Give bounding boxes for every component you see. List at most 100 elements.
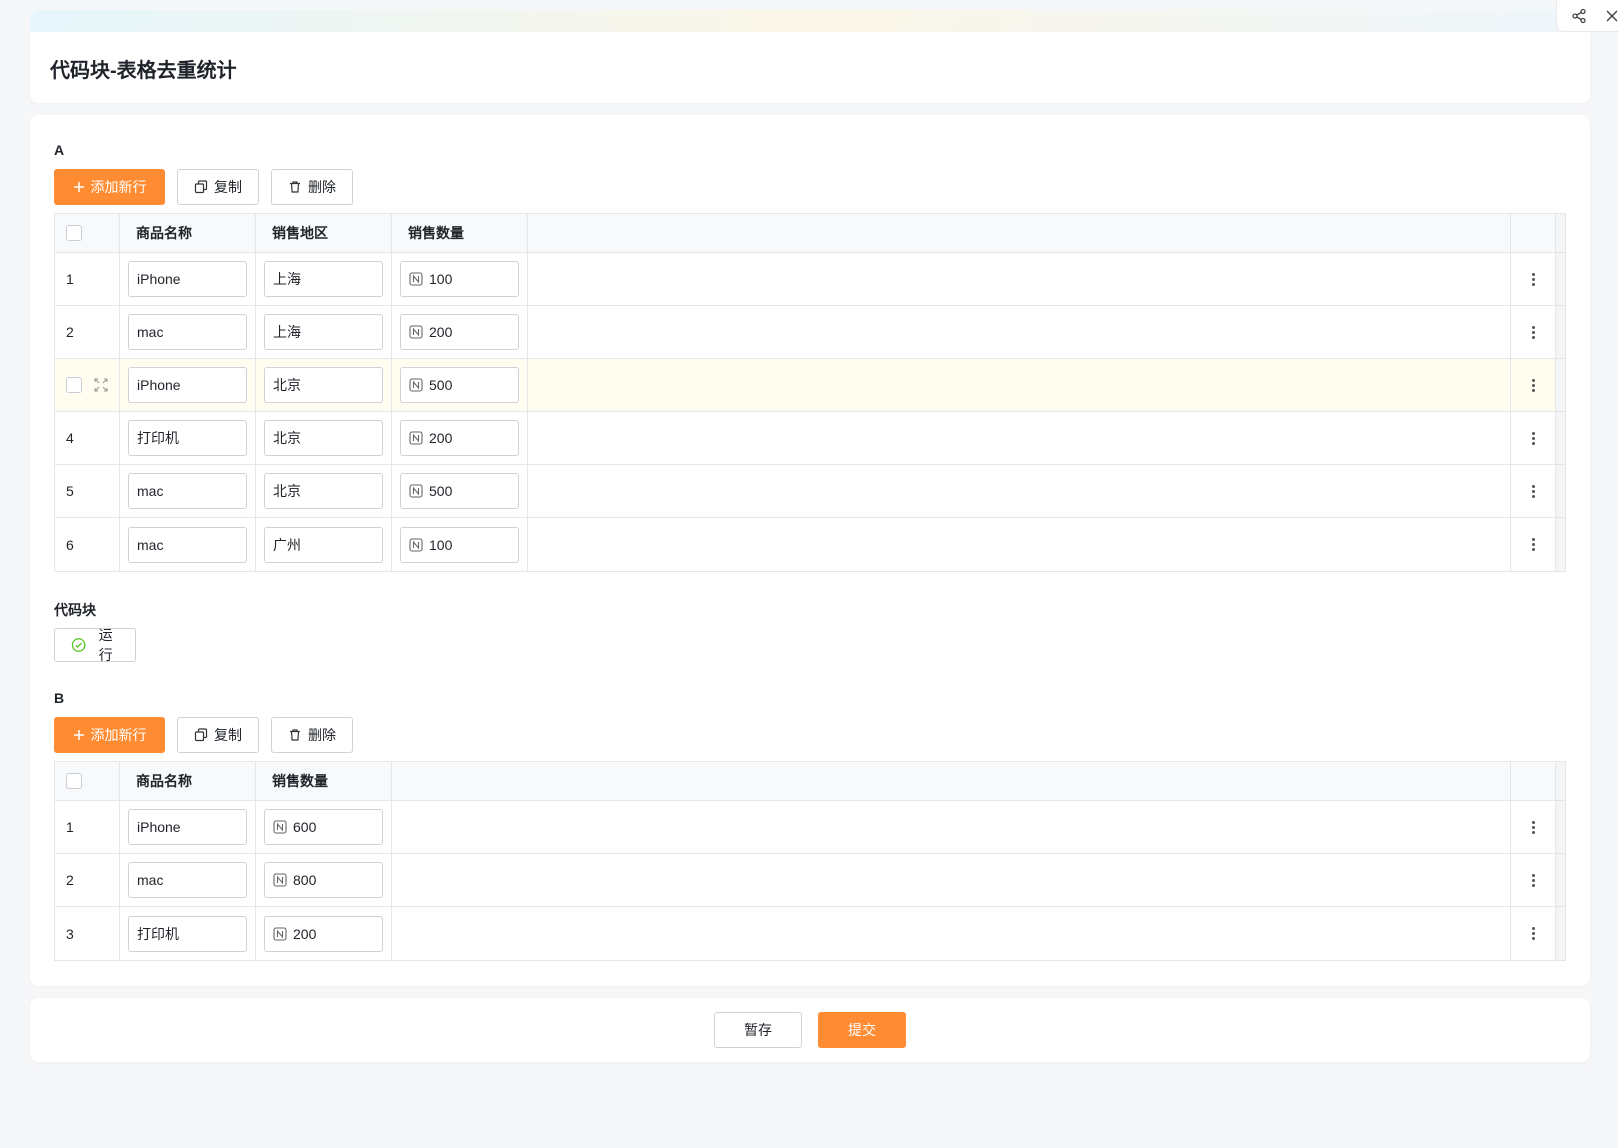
top-actions (1556, 0, 1618, 32)
quantity-input[interactable]: 200 (400, 314, 519, 350)
product-name-input[interactable]: 打印机 (128, 420, 247, 456)
table-row: 1 iPhone 上海 100 (55, 253, 1565, 306)
product-name-input[interactable]: mac (128, 862, 247, 898)
number-icon (409, 325, 423, 339)
table-a-delete-button[interactable]: 删除 (271, 169, 353, 205)
row-index: 1 (55, 801, 120, 853)
product-name-input[interactable]: iPhone (128, 809, 247, 845)
quantity-input[interactable]: 100 (400, 526, 519, 563)
form-card: A 添加新行 复制 删除 商品名称 销售地区 销售数量 1 iPhone 上海 (30, 115, 1590, 986)
quantity-input[interactable]: 200 (264, 915, 383, 952)
quantity-value: 500 (429, 377, 453, 393)
select-all-checkbox[interactable] (66, 773, 82, 789)
run-label: 运行 (98, 627, 113, 663)
column-header: 商品名称 (136, 773, 192, 789)
table-a-label: A (54, 142, 65, 158)
product-name-input[interactable]: iPhone (128, 367, 247, 403)
number-icon (273, 820, 287, 834)
add-row-label: 添加新行 (90, 727, 147, 743)
product-name-input[interactable]: 打印机 (128, 915, 247, 952)
region-input[interactable]: 北京 (264, 367, 383, 403)
more-vertical-icon[interactable] (1531, 484, 1535, 498)
quantity-input[interactable]: 600 (264, 809, 383, 845)
product-name-input[interactable]: mac (128, 314, 247, 350)
table-b-copy-button[interactable]: 复制 (177, 717, 259, 753)
drag-handle-icon[interactable] (94, 378, 108, 392)
more-vertical-icon[interactable] (1531, 873, 1535, 887)
plus-icon (73, 730, 84, 740)
quantity-value: 200 (293, 925, 317, 942)
quantity-input[interactable]: 500 (400, 473, 519, 509)
row-index: 2 (55, 306, 120, 358)
table-row: 3 打印机 200 (55, 907, 1565, 960)
column-header: 商品名称 (136, 225, 192, 241)
table-b-label: B (54, 690, 65, 706)
table-a-copy-button[interactable]: 复制 (177, 169, 259, 205)
region-input[interactable]: 上海 (264, 314, 383, 350)
table-a: 商品名称 销售地区 销售数量 1 iPhone 上海 100 2 mac 上海 … (54, 213, 1566, 572)
quantity-value: 600 (293, 819, 317, 835)
delete-label: 删除 (308, 727, 336, 743)
product-name-input[interactable]: mac (128, 526, 247, 563)
table-b-add-row-button[interactable]: 添加新行 (54, 717, 165, 753)
table-row: 2 mac 上海 200 (55, 306, 1565, 359)
number-icon (409, 431, 423, 445)
code-block-toolbar: 运行 (54, 627, 136, 663)
row-index: 3 (55, 907, 120, 960)
more-vertical-icon[interactable] (1531, 538, 1535, 551)
more-vertical-icon[interactable] (1531, 820, 1535, 834)
row-index: 2 (55, 854, 120, 906)
region-input[interactable]: 北京 (264, 420, 383, 456)
product-name-input[interactable]: mac (128, 473, 247, 509)
quantity-value: 200 (429, 324, 453, 340)
number-icon (409, 378, 423, 392)
quantity-input[interactable]: 800 (264, 862, 383, 898)
submit-button[interactable]: 提交 (818, 1012, 906, 1048)
number-icon (409, 484, 423, 498)
table-a-toolbar: 添加新行 复制 删除 (54, 169, 353, 205)
quantity-input[interactable]: 100 (400, 261, 519, 297)
more-vertical-icon[interactable] (1531, 927, 1535, 940)
scrollbar[interactable] (1556, 214, 1565, 252)
quantity-value: 200 (429, 430, 453, 446)
copy-icon (194, 728, 208, 742)
select-all-checkbox[interactable] (66, 225, 82, 241)
table-row: 4 打印机 北京 200 (55, 412, 1565, 465)
row-index: 6 (55, 518, 120, 571)
more-vertical-icon[interactable] (1531, 325, 1535, 339)
number-icon (273, 873, 287, 887)
more-vertical-icon[interactable] (1531, 272, 1535, 286)
row-index: 4 (55, 412, 120, 464)
footer-card: 暂存 提交 (30, 998, 1590, 1062)
table-b-delete-button[interactable]: 删除 (271, 717, 353, 753)
table-row: 6 mac 广州 100 (55, 518, 1565, 571)
delete-label: 删除 (308, 179, 336, 195)
copy-label: 复制 (214, 727, 242, 743)
number-icon (409, 272, 423, 286)
save-draft-button[interactable]: 暂存 (714, 1012, 802, 1048)
table-row-hovered: iPhone 北京 500 (55, 359, 1565, 412)
row-index: 1 (55, 253, 120, 305)
region-input[interactable]: 北京 (264, 473, 383, 509)
region-input[interactable]: 上海 (264, 261, 383, 297)
product-name-input[interactable]: iPhone (128, 261, 247, 297)
close-icon[interactable] (1605, 7, 1618, 25)
quantity-input[interactable]: 200 (400, 420, 519, 456)
column-header: 销售地区 (272, 225, 328, 241)
quantity-value: 100 (429, 536, 453, 553)
trash-icon (290, 729, 300, 741)
region-input[interactable]: 广州 (264, 526, 383, 563)
table-row: 1 iPhone 600 (55, 801, 1565, 854)
run-button[interactable]: 运行 (54, 627, 136, 663)
number-icon (273, 926, 287, 941)
row-checkbox[interactable] (66, 377, 82, 393)
more-vertical-icon[interactable] (1531, 378, 1535, 392)
table-a-add-row-button[interactable]: 添加新行 (54, 169, 165, 205)
quantity-input[interactable]: 500 (400, 367, 519, 403)
more-vertical-icon[interactable] (1531, 431, 1535, 445)
table-b: 商品名称 销售数量 1 iPhone 600 2 mac 800 3 打印机 2… (54, 761, 1566, 961)
quantity-value: 100 (429, 271, 453, 287)
table-b-header: 商品名称 销售数量 (55, 762, 1565, 801)
share-icon[interactable] (1571, 7, 1587, 25)
scrollbar[interactable] (1556, 762, 1565, 800)
